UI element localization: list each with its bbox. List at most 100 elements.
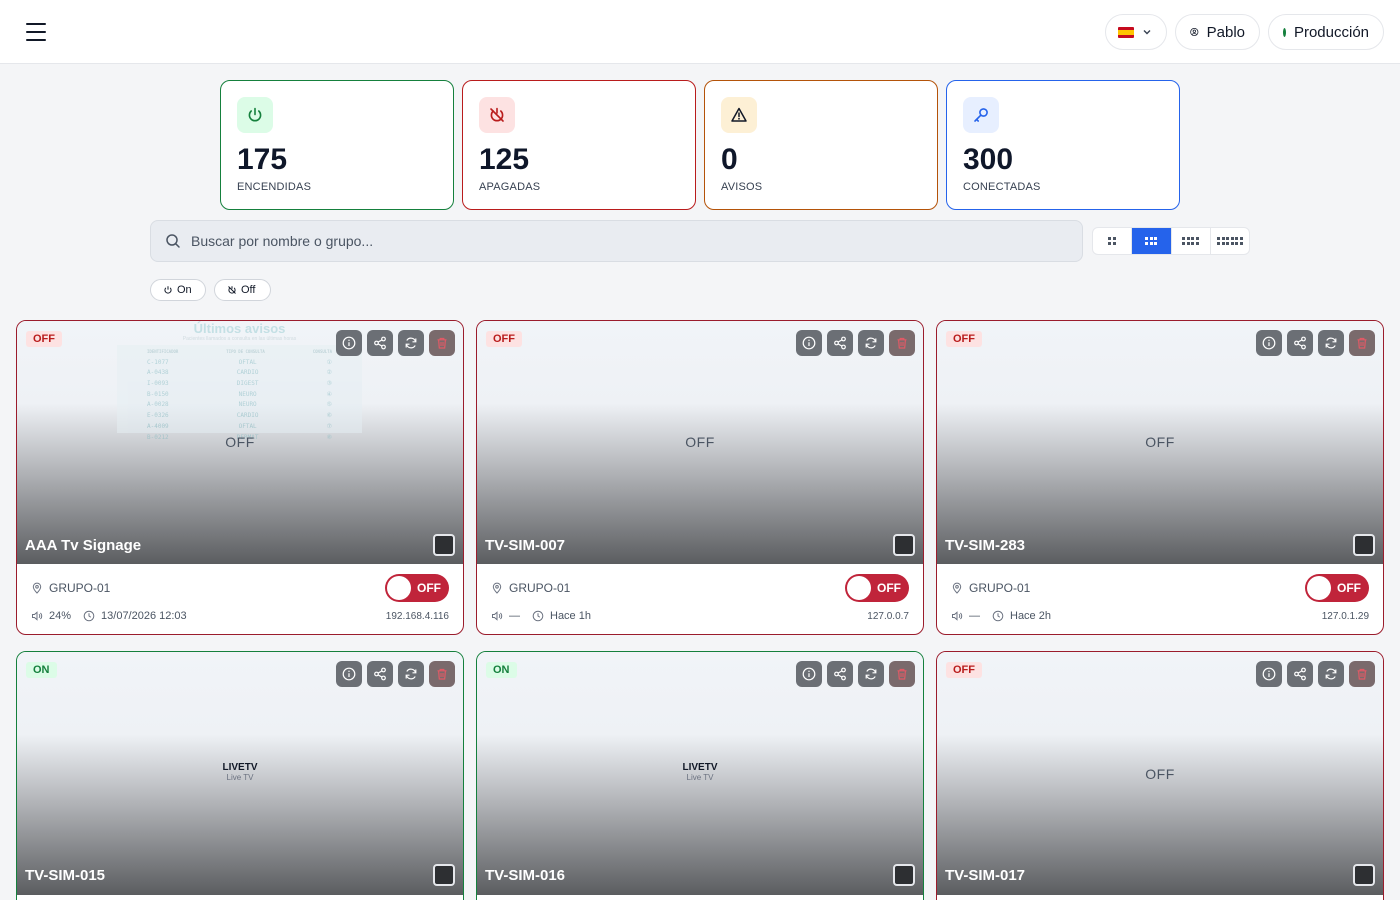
info-button[interactable] — [1256, 661, 1282, 687]
refresh-button[interactable] — [398, 330, 424, 356]
device-card[interactable]: OFF OFF TV-SIM-007 GRUPO-01 OFF — Hace 1… — [476, 320, 924, 635]
power-icon — [237, 97, 273, 133]
clock-icon — [992, 610, 1004, 622]
share-button[interactable] — [827, 661, 853, 687]
stat-value: 175 — [237, 143, 288, 176]
device-card[interactable]: LIVETV Live TV ON TV-SIM-015 — [16, 651, 464, 900]
table-header: IDENTIFICADOR TIPO DE CONSULTA CONSULTA — [117, 347, 362, 358]
warning-icon — [721, 97, 757, 133]
stat-card-warnings[interactable]: 0 AVISOS — [704, 80, 938, 210]
device-group: GRUPO-01 — [951, 581, 1030, 595]
menu-icon[interactable] — [22, 20, 50, 44]
refresh-button[interactable] — [398, 661, 424, 687]
refresh-icon — [405, 668, 417, 680]
cell: ② — [326, 369, 332, 377]
view-grid-6-button[interactable] — [1211, 228, 1249, 254]
device-card[interactable]: Últimos avisos Pacientes llamados a cons… — [16, 320, 464, 635]
share-button[interactable] — [827, 330, 853, 356]
live-tv-label: LIVETV Live TV — [17, 762, 463, 782]
share-button[interactable] — [367, 330, 393, 356]
select-checkbox[interactable] — [893, 534, 915, 556]
info-button[interactable] — [336, 330, 362, 356]
share-icon — [834, 667, 846, 681]
user-menu-button[interactable]: Pablo — [1175, 14, 1260, 50]
share-button[interactable] — [367, 661, 393, 687]
user-name: Pablo — [1206, 23, 1245, 41]
environment-selector[interactable]: Producción — [1268, 14, 1384, 50]
environment-label: Producción — [1293, 23, 1369, 41]
stat-card-on[interactable]: 175 ENCENDIDAS — [220, 80, 454, 210]
ip-address: 192.168.4.116 — [385, 611, 449, 622]
stat-card-off[interactable]: 125 APAGADAS — [462, 80, 696, 210]
share-icon — [374, 336, 386, 350]
card-footer: GRUPO-01 OFF 24% 13/07/2026 12:03 192.16… — [17, 564, 463, 634]
stat-card-connected[interactable]: 300 CONECTADAS — [946, 80, 1180, 210]
select-checkbox[interactable] — [893, 864, 915, 886]
share-button[interactable] — [1287, 661, 1313, 687]
info-button[interactable] — [796, 330, 822, 356]
cell: A-0438 — [147, 369, 169, 377]
column-header: IDENTIFICADOR — [147, 349, 179, 354]
refresh-icon — [1325, 337, 1337, 349]
share-button[interactable] — [1287, 330, 1313, 356]
cell: ④ — [326, 390, 332, 398]
column-header: CONSULTA — [312, 349, 332, 354]
device-group: GRUPO-01 — [491, 581, 570, 595]
clock-icon — [532, 610, 544, 622]
refresh-button[interactable] — [858, 330, 884, 356]
delete-button[interactable] — [1349, 330, 1375, 356]
cell: CARDIO — [236, 412, 259, 420]
key-icon — [963, 97, 999, 133]
cell: ⑥ — [326, 412, 332, 420]
delete-button[interactable] — [1349, 661, 1375, 687]
filter-label: On — [177, 284, 192, 296]
search-input[interactable] — [191, 233, 1051, 249]
card-footer: GRUPO-01 OFF — Hace 1h 127.0.0.7 — [477, 564, 923, 634]
select-checkbox[interactable] — [1353, 864, 1375, 886]
stat-value: 300 — [963, 143, 1014, 176]
view-grid-4-button[interactable] — [1172, 228, 1211, 254]
search-bar[interactable] — [150, 220, 1083, 262]
device-card[interactable]: LIVETV Live TV ON TV-SIM-016 — [476, 651, 924, 900]
power-toggle[interactable]: OFF — [385, 574, 449, 602]
info-icon — [342, 667, 356, 681]
view-grid-3-button[interactable] — [1132, 228, 1172, 254]
cell: ⑦ — [326, 422, 332, 430]
ip-address: 127.0.1.29 — [1321, 611, 1369, 622]
toggle-knob — [387, 576, 411, 600]
select-checkbox[interactable] — [1353, 534, 1375, 556]
power-toggle[interactable]: OFF — [845, 574, 909, 602]
device-name: AAA Tv Signage — [25, 537, 142, 554]
device-card[interactable]: OFF OFF TV-SIM-283 GRUPO-01 OFF — Hace 2… — [936, 320, 1384, 635]
view-grid-2-button[interactable] — [1093, 228, 1133, 254]
info-button[interactable] — [336, 661, 362, 687]
screen-status-text: OFF — [1145, 766, 1175, 782]
select-checkbox[interactable] — [433, 864, 455, 886]
delete-button[interactable] — [889, 661, 915, 687]
card-footer: GRUPO-01 OFF — Hace 2h 127.0.1.29 — [937, 564, 1383, 634]
volume-icon — [952, 611, 963, 621]
cell: C-1077 — [147, 358, 169, 366]
screen-thumbnail: Últimos avisos Pacientes llamados a cons… — [117, 321, 362, 441]
info-button[interactable] — [796, 661, 822, 687]
info-icon — [802, 336, 816, 350]
refresh-button[interactable] — [858, 661, 884, 687]
refresh-button[interactable] — [1318, 330, 1344, 356]
cell: NEURO — [238, 401, 257, 409]
delete-button[interactable] — [889, 330, 915, 356]
info-button[interactable] — [1256, 330, 1282, 356]
delete-button[interactable] — [429, 330, 455, 356]
cell: ③ — [326, 380, 332, 388]
language-selector[interactable] — [1105, 14, 1167, 50]
table-row: C-1077 OFTAL ① — [117, 358, 362, 369]
info-icon — [802, 667, 816, 681]
power-off-icon — [479, 97, 515, 133]
filter-off-chip[interactable]: Off — [214, 279, 271, 301]
grid-icon — [1182, 237, 1199, 245]
power-toggle[interactable]: OFF — [1305, 574, 1369, 602]
filter-on-chip[interactable]: On — [150, 279, 206, 301]
device-card[interactable]: OFF OFF TV-SIM-017 — [936, 651, 1384, 900]
refresh-button[interactable] — [1318, 661, 1344, 687]
select-checkbox[interactable] — [433, 534, 455, 556]
delete-button[interactable] — [429, 661, 455, 687]
